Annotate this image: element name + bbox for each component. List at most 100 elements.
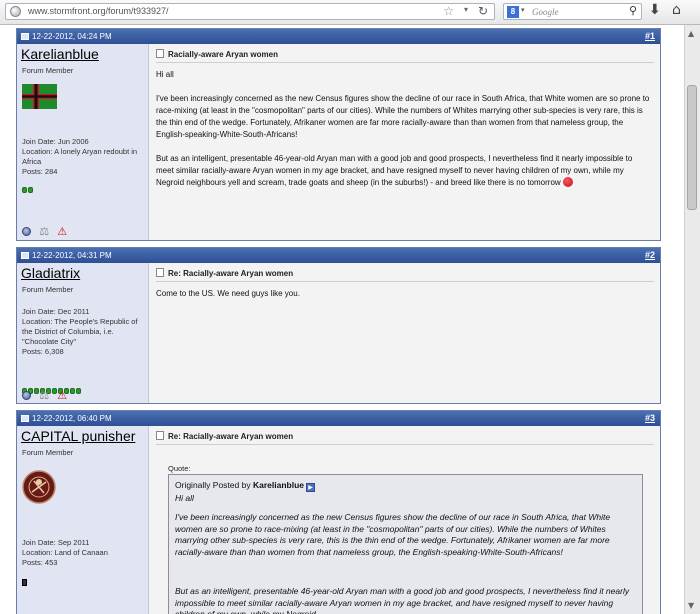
avatar (22, 470, 56, 504)
quote-header: Originally Posted by Karelianblue ▶ (175, 480, 315, 492)
search-icon[interactable]: ⚲ (629, 4, 637, 17)
post-paragraph: But as an intelligent, presentable 46-ye… (156, 153, 650, 189)
post-count: Posts: 453 (22, 558, 58, 567)
join-date: Join Date: Sep 2011 (22, 538, 90, 547)
site-identity-icon[interactable] (10, 6, 21, 17)
post-content: Racially-aware Aryan women Hi all I've b… (150, 44, 660, 240)
username-link[interactable]: Gladiatrix (21, 265, 80, 281)
angry-smiley-icon (562, 177, 573, 187)
post-title: Re: Racially-aware Aryan women (156, 268, 293, 278)
post-title-text: Re: Racially-aware Aryan women (168, 269, 294, 278)
reputation-bar (22, 178, 34, 193)
reputation-pip (22, 187, 27, 193)
view-post-arrow-icon[interactable]: ▶ (306, 483, 315, 492)
search-engine-icon[interactable]: 8 (507, 6, 519, 18)
reload-icon[interactable]: ↻ (478, 4, 488, 18)
scrollbar-thumb[interactable] (687, 85, 697, 210)
user-location: Location: Land of Canaan (22, 548, 108, 557)
quote-text: Hi all (175, 493, 194, 503)
quote-text: I've been increasingly concerned as the … (175, 512, 611, 557)
username-link[interactable]: Karelianblue (21, 46, 99, 62)
post-header: 12-22-2012, 04:24 PM #1 (17, 29, 660, 44)
reputation-pip (28, 187, 33, 193)
reputation-icon[interactable]: ⚖ (39, 389, 49, 402)
post-date: 12-22-2012, 06:40 PM (32, 414, 112, 423)
online-status-icon (22, 227, 31, 236)
user-location: Location: The People's Republic of the D… (22, 317, 138, 346)
post-date: 12-22-2012, 04:31 PM (32, 251, 112, 260)
post-paragraph: Come to the US. We need guys like you. (156, 289, 300, 298)
post-number-link[interactable]: #2 (645, 250, 655, 260)
user-title: Forum Member (22, 448, 74, 457)
post-body: Come to the US. We need guys like you. (156, 288, 650, 300)
user-details: Join Date: Sep 2011 Location: Land of Ca… (22, 538, 144, 568)
quote-author: Karelianblue (252, 480, 304, 490)
online-status-icon (22, 391, 31, 400)
title-divider (156, 62, 654, 63)
post-number-link[interactable]: #3 (645, 413, 655, 423)
user-details: Join Date: Jun 2006 Location: A lonely A… (22, 137, 144, 177)
quote-text: But as an intelligent, presentable 46-ye… (175, 586, 630, 614)
post-number-link[interactable]: #1 (645, 31, 655, 41)
quote-prefix: Originally Posted by (175, 480, 251, 490)
user-action-icons: ⚖ ⚠ (22, 225, 72, 238)
page-viewport: 12-22-2012, 04:24 PM #1 Karelianblue For… (0, 25, 684, 614)
join-date: Join Date: Jun 2006 (22, 137, 89, 146)
address-text[interactable]: www.stormfront.org/forum/t933927/ (28, 6, 169, 16)
reputation-icon[interactable]: ⚖ (39, 225, 49, 238)
post-icon (21, 252, 29, 259)
search-engine-dropdown-icon[interactable]: ▾ (521, 6, 525, 14)
reputation-pip (76, 388, 81, 394)
document-icon (156, 268, 164, 277)
username-link[interactable]: CAPITAL punisher (21, 428, 135, 444)
scroll-down-icon[interactable]: ▼ (688, 601, 694, 610)
report-warning-icon[interactable]: ⚠ (57, 225, 67, 238)
forum-post: 12-22-2012, 04:24 PM #1 Karelianblue For… (16, 28, 661, 241)
flag-avatar (22, 84, 57, 109)
reputation-bar (22, 571, 27, 586)
home-icon[interactable]: ⌂ (672, 2, 681, 18)
user-action-icons: ⚖ ⚠ (22, 389, 72, 402)
history-dropdown-icon[interactable]: ▾ (464, 5, 468, 14)
browser-toolbar: www.stormfront.org/forum/t933927/ ☆ ▾ ↻ … (0, 0, 700, 25)
reputation-bar (22, 379, 82, 394)
user-info-pane: Karelianblue Forum Member Join Date: Jun… (17, 44, 149, 240)
post-header: 12-22-2012, 04:31 PM #2 (17, 248, 660, 263)
user-location: Location: A lonely Aryan redoubt in Afri… (22, 147, 138, 166)
post-icon (21, 415, 29, 422)
quote-block: Originally Posted by Karelianblue ▶ Hi al… (168, 474, 643, 614)
title-divider (156, 281, 654, 282)
post-count: Posts: 6,308 (22, 347, 64, 356)
vertical-scrollbar[interactable]: ▲ ▼ (684, 25, 700, 614)
forum-post: 12-22-2012, 04:31 PM #2 Gladiatrix Forum… (16, 247, 661, 404)
post-paragraph: Hi all (156, 70, 174, 79)
search-bar[interactable]: 8 ▾ Google ⚲ (503, 3, 642, 20)
report-warning-icon[interactable]: ⚠ (57, 389, 67, 402)
post-count: Posts: 284 (22, 167, 58, 176)
address-bar[interactable]: www.stormfront.org/forum/t933927/ ☆ ▾ ↻ (5, 3, 495, 20)
post-paragraph-text: But as an intelligent, presentable 46-ye… (156, 154, 633, 187)
post-content: Re: Racially-aware Aryan women Come to t… (150, 263, 660, 403)
downloads-icon[interactable]: ⬇ (649, 2, 661, 18)
quote-label: Quote: (168, 464, 191, 473)
post-title: Re: Racially-aware Aryan women (156, 431, 293, 441)
document-icon (156, 49, 164, 58)
post-paragraph: I've been increasingly concerned as the … (156, 94, 650, 139)
post-title: Racially-aware Aryan women (156, 49, 278, 59)
post-header: 12-22-2012, 06:40 PM #3 (17, 411, 660, 426)
post-title-text: Re: Racially-aware Aryan women (168, 432, 294, 441)
post-body: Hi all I've been increasingly concerned … (156, 69, 650, 189)
bookmark-star-icon[interactable]: ☆ (443, 4, 454, 18)
reputation-pip (22, 579, 27, 586)
user-title: Forum Member (22, 66, 74, 75)
forum-post: 12-22-2012, 06:40 PM #3 CAPITAL punisher… (16, 410, 661, 614)
scroll-up-icon[interactable]: ▲ (688, 29, 694, 38)
post-date: 12-22-2012, 04:24 PM (32, 32, 112, 41)
search-placeholder[interactable]: Google (532, 7, 559, 17)
title-divider (156, 444, 654, 445)
user-details: Join Date: Dec 2011 Location: The People… (22, 307, 144, 357)
post-content: Re: Racially-aware Aryan women Quote: Or… (150, 426, 660, 614)
user-info-pane: CAPITAL punisher Forum Member Join Date:… (17, 426, 149, 614)
join-date: Join Date: Dec 2011 (22, 307, 90, 316)
document-icon (156, 431, 164, 440)
